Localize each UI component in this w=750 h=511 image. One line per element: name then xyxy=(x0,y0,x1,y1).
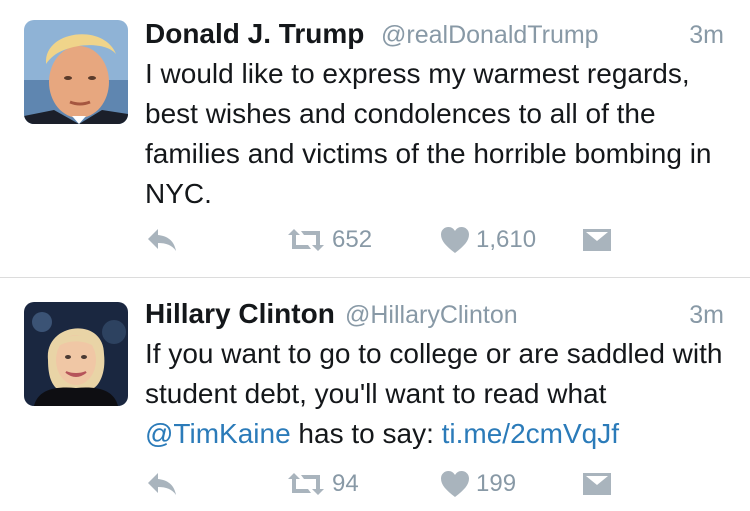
tweet[interactable]: Donald J. Trump @realDonaldTrump 3m I wo… xyxy=(0,0,750,277)
timestamp[interactable]: 3m xyxy=(689,21,724,50)
like-count: 1,610 xyxy=(476,226,537,253)
author-name[interactable]: Hillary Clinton xyxy=(145,298,335,330)
url-link[interactable]: ti.me/2cmVqJf xyxy=(442,418,619,449)
reply-button[interactable] xyxy=(146,220,178,260)
author-handle[interactable]: @HillaryClinton xyxy=(345,301,518,330)
avatar-photo xyxy=(24,302,128,406)
reply-button[interactable] xyxy=(146,464,178,504)
heart-icon xyxy=(440,226,470,254)
retweet-button[interactable]: 94 xyxy=(286,464,359,504)
envelope-icon xyxy=(582,227,612,253)
reply-icon xyxy=(146,227,178,253)
mention-link[interactable]: @TimKaine xyxy=(145,418,291,449)
avatar-photo xyxy=(24,20,128,124)
timestamp[interactable]: 3m xyxy=(689,301,724,330)
tweet-text: If you want to go to college or are sadd… xyxy=(145,334,735,454)
direct-message-button[interactable] xyxy=(582,464,612,504)
retweet-count: 94 xyxy=(332,470,359,497)
retweet-count: 652 xyxy=(332,226,373,253)
tweet-text-part: has to say: xyxy=(290,418,442,449)
tweet-header: Hillary Clinton @HillaryClinton 3m xyxy=(145,298,726,332)
author-handle[interactable]: @realDonaldTrump xyxy=(381,21,599,50)
tweet-text: I would like to express my warmest regar… xyxy=(145,58,712,209)
avatar[interactable] xyxy=(24,20,128,124)
retweet-button[interactable]: 652 xyxy=(286,220,372,260)
tweet-text-part: If you want to go to college or are sadd… xyxy=(145,338,723,409)
reply-icon xyxy=(146,471,178,497)
direct-message-button[interactable] xyxy=(582,220,612,260)
like-button[interactable]: 199 xyxy=(440,464,516,504)
tweet-actions: 652 1,610 xyxy=(0,220,750,260)
like-count: 199 xyxy=(476,470,517,497)
tweet-header: Donald J. Trump @realDonaldTrump 3m xyxy=(145,18,726,52)
like-button[interactable]: 1,610 xyxy=(440,220,536,260)
tweet-actions: 94 199 xyxy=(0,464,750,504)
retweet-icon xyxy=(286,471,326,497)
tweet[interactable]: Hillary Clinton @HillaryClinton 3m If yo… xyxy=(0,278,750,511)
envelope-icon xyxy=(582,471,612,497)
avatar[interactable] xyxy=(24,302,128,406)
retweet-icon xyxy=(286,227,326,253)
heart-icon xyxy=(440,470,470,498)
timeline: Donald J. Trump @realDonaldTrump 3m I wo… xyxy=(0,0,750,511)
author-name[interactable]: Donald J. Trump xyxy=(145,18,364,50)
